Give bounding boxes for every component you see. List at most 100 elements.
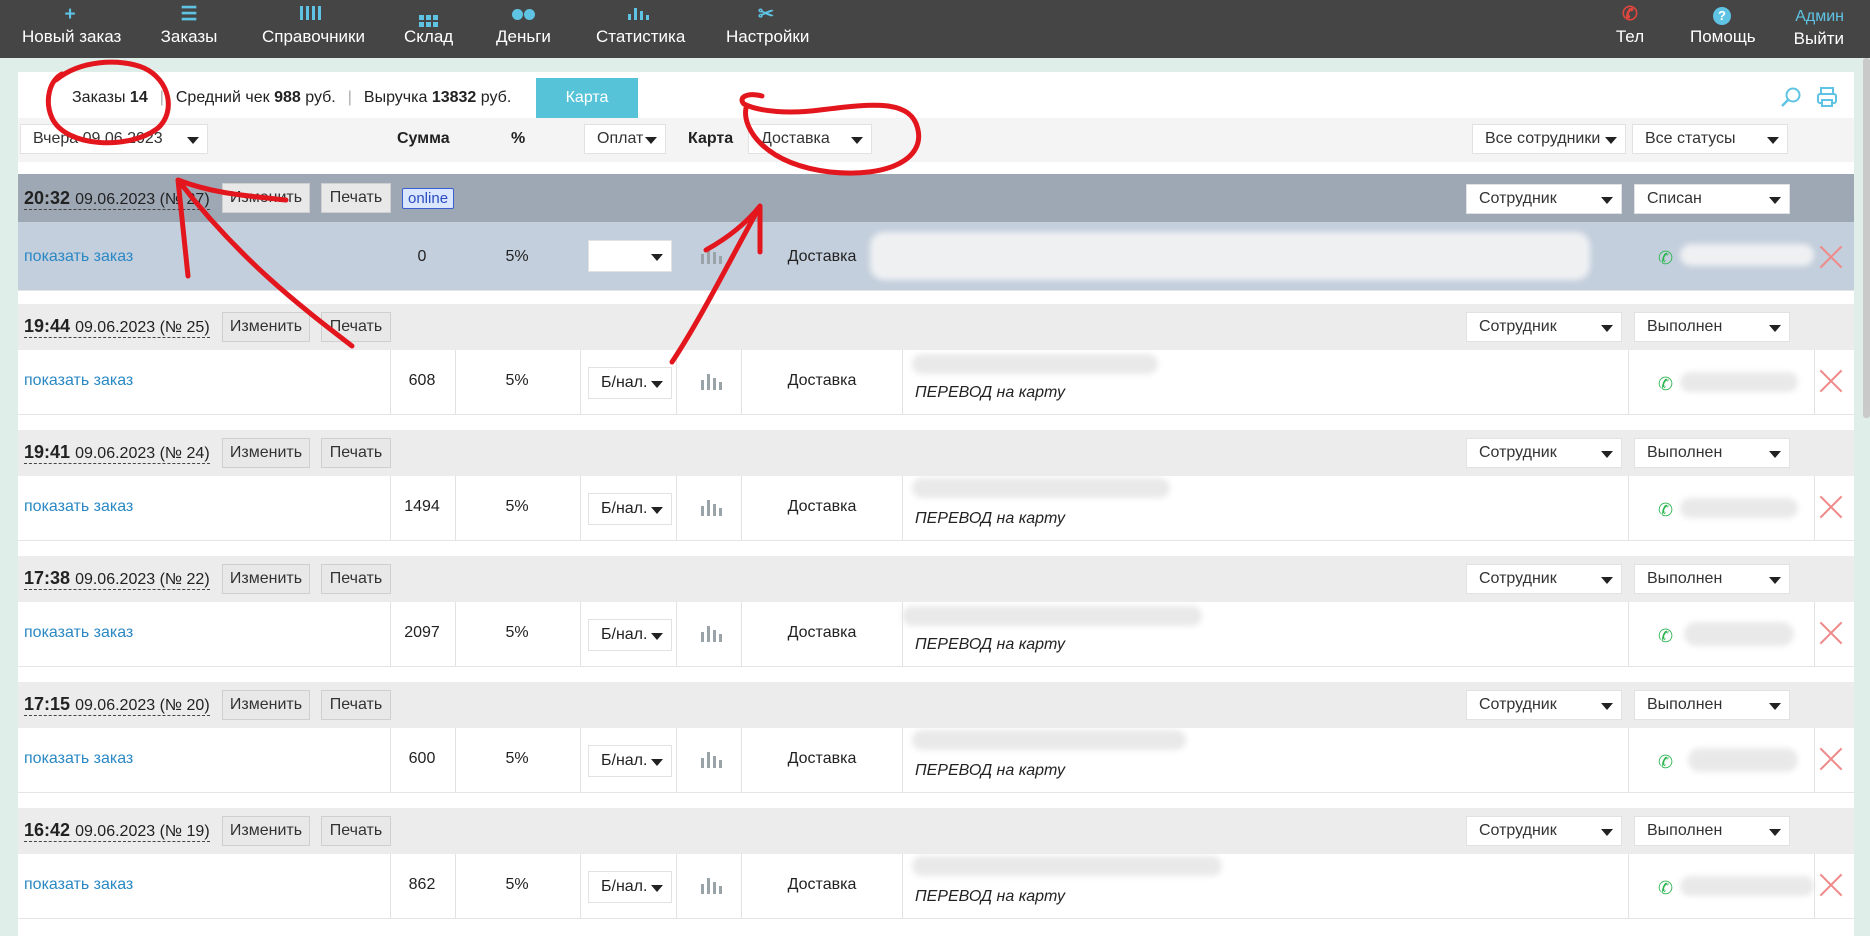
phone-icon[interactable]: ✆ bbox=[1658, 878, 1673, 899]
order-note: ПЕРЕВОД на карту bbox=[915, 384, 1066, 401]
nav-phone[interactable]: ✆ Тел bbox=[1608, 0, 1652, 58]
revenue-value: 13832 bbox=[431, 89, 477, 106]
order-time-link[interactable]: 20:32 09.06.2023 (№ 27) bbox=[24, 188, 210, 210]
delete-order-icon[interactable] bbox=[1818, 368, 1844, 394]
edit-order-button[interactable]: Изменить bbox=[222, 183, 310, 213]
statistics-icon[interactable] bbox=[701, 752, 722, 768]
nav-label: Склад bbox=[404, 27, 454, 46]
show-order-link[interactable]: показать заказ bbox=[24, 876, 133, 894]
delete-order-icon[interactable] bbox=[1818, 244, 1844, 270]
date-filter-value: Вчера 09.06.2023 bbox=[33, 130, 163, 147]
nav-settings[interactable]: ✂ Настройки bbox=[726, 0, 809, 58]
print-icon[interactable] bbox=[1816, 86, 1838, 108]
show-order-link[interactable]: показать заказ bbox=[24, 498, 133, 516]
date-filter-select[interactable]: Вчера 09.06.2023 bbox=[20, 124, 208, 154]
status-select[interactable]: Выполнен bbox=[1634, 816, 1790, 846]
employee-select[interactable]: Сотрудник bbox=[1466, 564, 1622, 594]
employee-select[interactable]: Сотрудник bbox=[1466, 312, 1622, 342]
status-select[interactable]: Выполнен bbox=[1634, 438, 1790, 468]
plus-icon: + bbox=[64, 4, 76, 25]
print-order-button[interactable]: Печать bbox=[321, 564, 391, 594]
nav-new-order[interactable]: + Новый заказ bbox=[22, 0, 121, 58]
employee-select[interactable]: Сотрудник bbox=[1466, 438, 1622, 468]
print-order-button[interactable]: Печать bbox=[321, 438, 391, 468]
nav-money[interactable]: Деньги bbox=[496, 0, 551, 58]
cell-divider bbox=[1628, 350, 1629, 414]
order-time-link[interactable]: 19:41 09.06.2023 (№ 24) bbox=[24, 442, 210, 464]
nav-warehouse[interactable]: Склад bbox=[404, 0, 454, 58]
statistics-icon[interactable] bbox=[701, 626, 722, 642]
order-time-link[interactable]: 19:44 09.06.2023 (№ 25) bbox=[24, 316, 210, 338]
employee-filter-value: Все сотрудники bbox=[1485, 130, 1601, 147]
cell-divider bbox=[1814, 350, 1815, 414]
delete-order-icon[interactable] bbox=[1818, 620, 1844, 646]
print-order-button[interactable]: Печать bbox=[321, 816, 391, 846]
phone-icon[interactable]: ✆ bbox=[1658, 248, 1673, 269]
statistics-icon[interactable] bbox=[701, 500, 722, 516]
status-filter-select[interactable]: Все статусы bbox=[1632, 124, 1788, 154]
show-order-link[interactable]: показать заказ bbox=[24, 624, 133, 642]
statistics-icon[interactable] bbox=[701, 878, 722, 894]
phone-icon[interactable]: ✆ bbox=[1658, 752, 1673, 773]
employee-value: Сотрудник bbox=[1479, 696, 1557, 713]
nav-label: Статистика bbox=[596, 27, 686, 46]
payment-select[interactable]: Б/нал. bbox=[588, 493, 672, 525]
status-select[interactable]: Списан bbox=[1634, 184, 1790, 214]
phone-icon[interactable]: ✆ bbox=[1658, 626, 1673, 647]
payment-filter-select[interactable]: Оплат bbox=[584, 124, 666, 154]
delete-order-icon[interactable] bbox=[1818, 746, 1844, 772]
edit-order-button[interactable]: Изменить bbox=[222, 816, 310, 846]
search-icon[interactable] bbox=[1780, 86, 1802, 108]
page-scrollbar[interactable] bbox=[1863, 58, 1870, 418]
print-order-button[interactable]: Печать bbox=[321, 183, 391, 213]
order-time-link[interactable]: 17:38 09.06.2023 (№ 22) bbox=[24, 568, 210, 590]
status-select[interactable]: Выполнен bbox=[1634, 690, 1790, 720]
payment-select[interactable] bbox=[588, 240, 672, 272]
nav-statistics[interactable]: Статистика bbox=[596, 0, 686, 58]
payment-select[interactable]: Б/нал. bbox=[588, 745, 672, 777]
cell-divider bbox=[390, 350, 391, 414]
statistics-icon[interactable] bbox=[701, 374, 722, 390]
chevron-down-icon bbox=[1601, 325, 1613, 332]
show-order-link[interactable]: показать заказ bbox=[24, 372, 133, 390]
print-order-button[interactable]: Печать bbox=[321, 312, 391, 342]
redacted-address bbox=[912, 730, 1186, 750]
edit-order-button[interactable]: Изменить bbox=[222, 564, 310, 594]
order-time-link[interactable]: 16:42 09.06.2023 (№ 19) bbox=[24, 820, 210, 842]
order-sum: 0 bbox=[417, 248, 427, 265]
show-order-link[interactable]: показать заказ bbox=[24, 248, 133, 266]
phone-icon[interactable]: ✆ bbox=[1658, 500, 1673, 521]
nav-orders[interactable]: ☰ Заказы bbox=[160, 0, 218, 58]
status-select[interactable]: Выполнен bbox=[1634, 312, 1790, 342]
payment-select[interactable]: Б/нал. bbox=[588, 367, 672, 399]
nav-help[interactable]: ? Помощь bbox=[1690, 0, 1756, 58]
delivery-type: Доставка bbox=[787, 248, 857, 265]
employee-filter-select[interactable]: Все сотрудники bbox=[1472, 124, 1626, 154]
statistics-icon[interactable] bbox=[701, 248, 722, 264]
chevron-down-icon bbox=[1601, 451, 1613, 458]
payment-select[interactable]: Б/нал. bbox=[588, 871, 672, 903]
payment-select[interactable]: Б/нал. bbox=[588, 619, 672, 651]
delivery-filter-select[interactable]: Доставка bbox=[748, 124, 872, 154]
employee-select[interactable]: Сотрудник bbox=[1466, 816, 1622, 846]
order-time-link[interactable]: 17:15 09.06.2023 (№ 20) bbox=[24, 694, 210, 716]
nav-catalogs[interactable]: Справочники bbox=[262, 0, 365, 58]
help-icon: ? bbox=[1690, 0, 1754, 26]
chevron-down-icon bbox=[651, 633, 663, 640]
logout-link[interactable]: Выйти bbox=[1794, 29, 1844, 49]
delete-order-icon[interactable] bbox=[1818, 494, 1844, 520]
orders-count[interactable]: Заказы 14 bbox=[26, 89, 160, 107]
employee-select[interactable]: Сотрудник bbox=[1466, 184, 1622, 214]
settings-icon: ✂ bbox=[758, 4, 774, 25]
employee-select[interactable]: Сотрудник bbox=[1466, 690, 1622, 720]
edit-order-button[interactable]: Изменить bbox=[222, 690, 310, 720]
phone-icon[interactable]: ✆ bbox=[1658, 374, 1673, 395]
edit-order-button[interactable]: Изменить bbox=[222, 438, 310, 468]
map-tab[interactable]: Карта bbox=[536, 78, 638, 118]
show-order-link[interactable]: показать заказ bbox=[24, 750, 133, 768]
delete-order-icon[interactable] bbox=[1818, 872, 1844, 898]
chevron-down-icon bbox=[1769, 703, 1781, 710]
status-select[interactable]: Выполнен bbox=[1634, 564, 1790, 594]
edit-order-button[interactable]: Изменить bbox=[222, 312, 310, 342]
print-order-button[interactable]: Печать bbox=[321, 690, 391, 720]
